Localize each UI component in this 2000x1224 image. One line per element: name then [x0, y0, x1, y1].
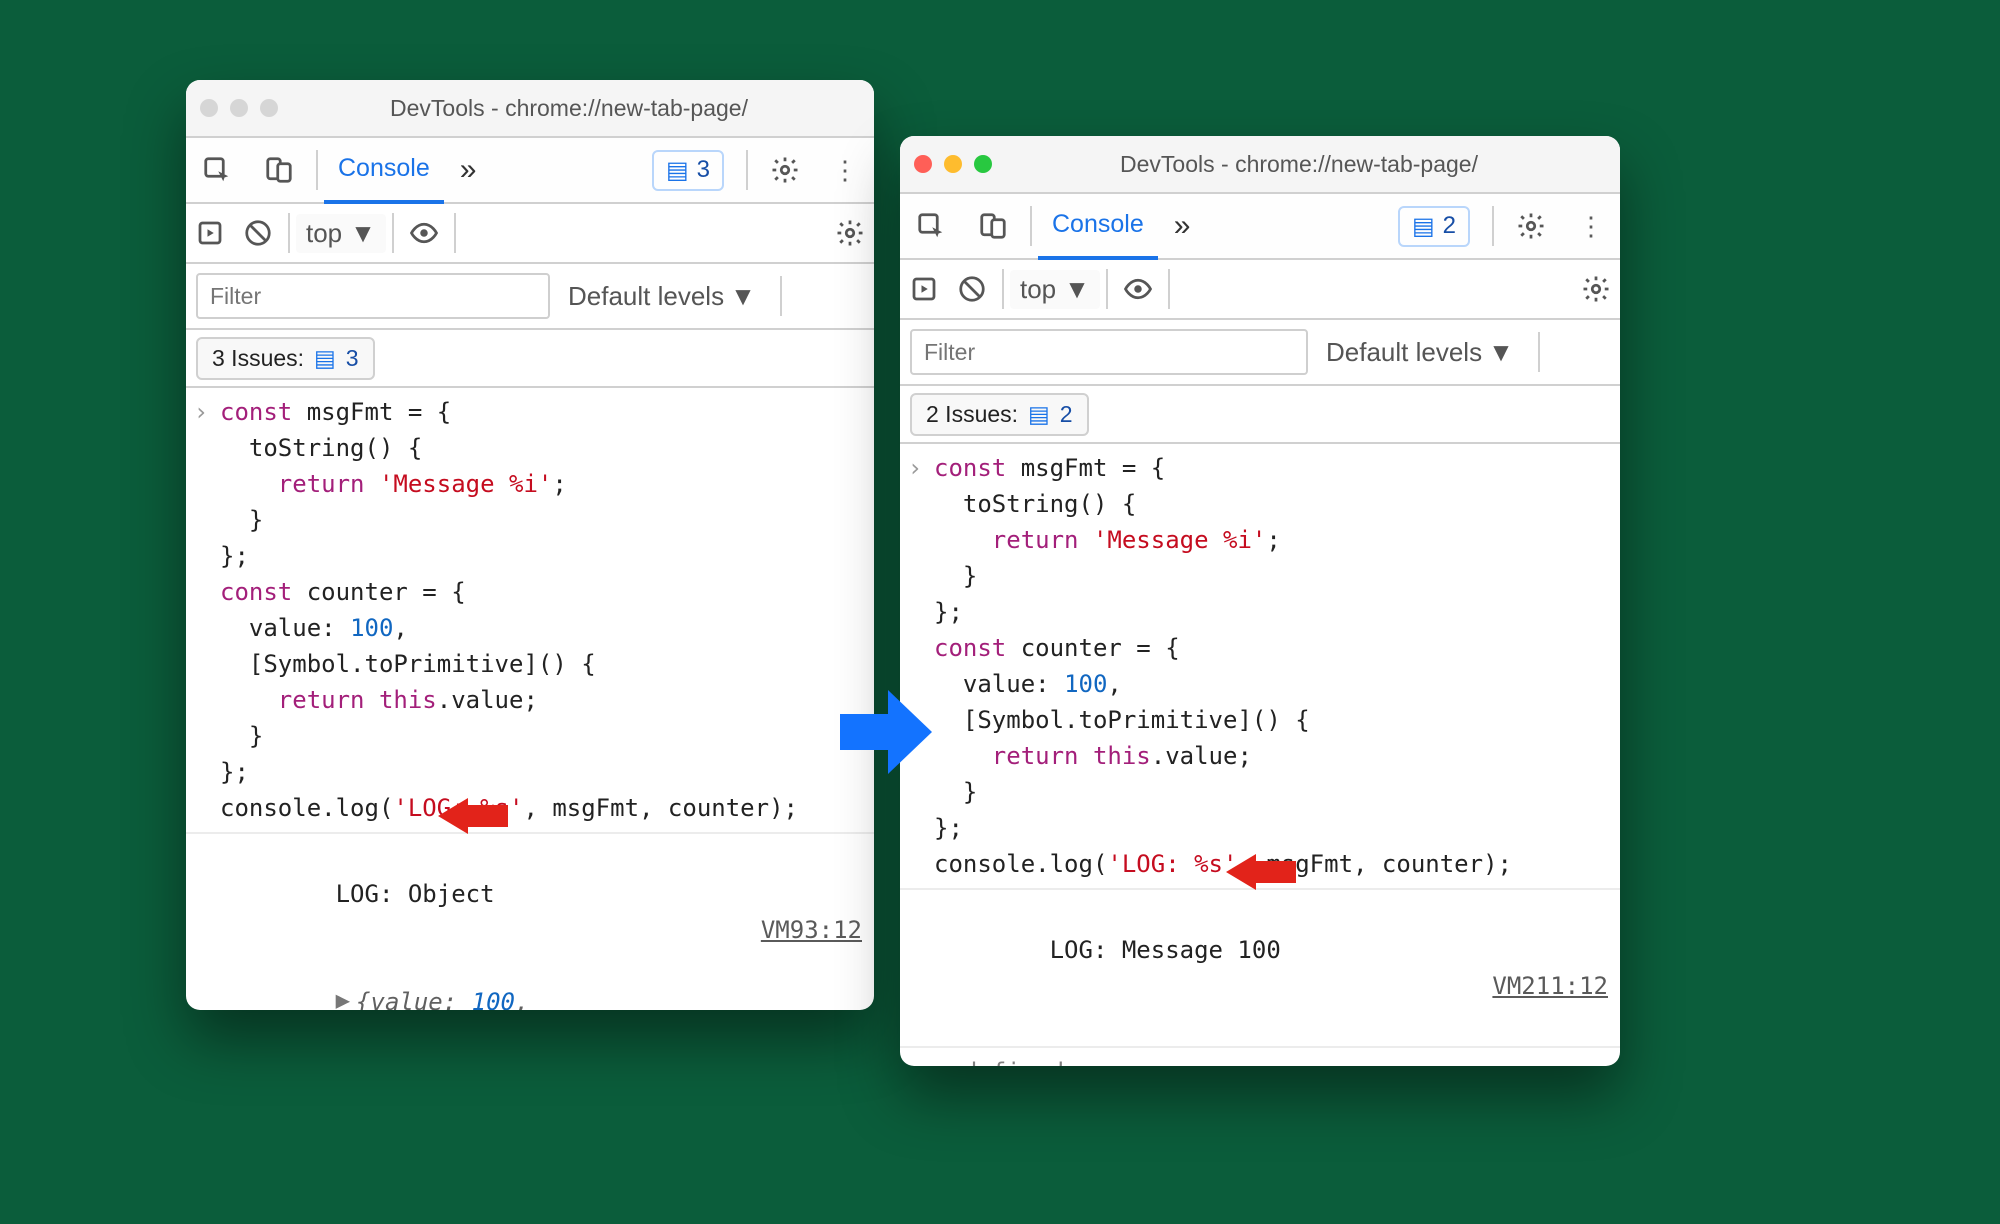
chat-icon: ▤	[1412, 212, 1435, 241]
log-output-line[interactable]: LOG: Message 100 VM211:12	[930, 890, 1620, 1046]
console-body: › const msgFmt = { toString() { return '…	[900, 444, 1620, 1066]
filter-input[interactable]	[910, 329, 1308, 375]
console-settings-button[interactable]	[826, 209, 874, 257]
device-toggle-button[interactable]	[248, 138, 310, 202]
more-tabs-button[interactable]: »	[1158, 194, 1207, 258]
result-chevron-icon: ‹	[900, 1048, 930, 1066]
gear-icon	[1581, 274, 1611, 304]
log-levels-selector[interactable]: Default levels ▼	[568, 281, 756, 312]
toggle-drawer-button[interactable]	[900, 265, 948, 313]
console-context-bar: top▼	[900, 260, 1620, 320]
gear-icon	[1516, 211, 1546, 241]
source-link[interactable]: VM93:12	[761, 912, 862, 948]
live-expression-button[interactable]	[1114, 265, 1162, 313]
transition-arrow-icon	[840, 686, 932, 778]
zoom-icon[interactable]	[974, 155, 992, 173]
devtools-window-left: DevTools - chrome://new-tab-page/ Consol…	[186, 80, 874, 1010]
chat-icon: ▤	[314, 345, 336, 372]
context-selector[interactable]: top▼	[296, 214, 386, 253]
return-value: undefined	[930, 1048, 1620, 1066]
kebab-menu-button[interactable]: ⋮	[1562, 194, 1620, 258]
log-levels-selector[interactable]: Default levels ▼	[1326, 337, 1514, 368]
close-icon[interactable]	[914, 155, 932, 173]
main-toolbar: Console » ▤3 ⋮	[186, 138, 874, 204]
chevron-down-icon: ▼	[1064, 274, 1090, 305]
clear-console-button[interactable]	[948, 265, 996, 313]
chevron-down-icon: ▼	[730, 281, 756, 312]
main-toolbar: Console » ▤2 ⋮	[900, 194, 1620, 260]
source-link[interactable]: VM211:12	[1492, 968, 1608, 1004]
gear-icon	[770, 155, 800, 185]
titlebar[interactable]: DevTools - chrome://new-tab-page/	[900, 136, 1620, 194]
more-tabs-button[interactable]: »	[444, 138, 493, 202]
tab-console[interactable]: Console	[1038, 192, 1158, 260]
console-settings-button[interactable]	[1572, 265, 1620, 313]
settings-button[interactable]	[754, 138, 816, 202]
device-toggle-button[interactable]	[962, 194, 1024, 258]
expand-icon[interactable]: ▶	[336, 982, 350, 1010]
issues-summary[interactable]: 3 Issues: ▤ 3	[196, 337, 375, 380]
traffic-lights[interactable]	[914, 155, 992, 173]
chat-icon: ▤	[1028, 401, 1050, 428]
console-input-echo: const msgFmt = { toString() { return 'Me…	[216, 388, 874, 832]
window-title: DevTools - chrome://new-tab-page/	[992, 151, 1606, 178]
live-expression-button[interactable]	[400, 209, 448, 257]
filter-bar: Default levels ▼	[186, 264, 874, 330]
toggle-drawer-button[interactable]	[186, 209, 234, 257]
close-icon[interactable]	[200, 99, 218, 117]
titlebar[interactable]: DevTools - chrome://new-tab-page/	[186, 80, 874, 138]
eye-icon	[1123, 274, 1153, 304]
console-body: › const msgFmt = { toString() { return '…	[186, 388, 874, 1010]
devtools-window-right: DevTools - chrome://new-tab-page/ Consol…	[900, 136, 1620, 1066]
chevron-down-icon: ▼	[1488, 337, 1514, 368]
chat-icon: ▤	[666, 156, 689, 185]
prompt-chevron-icon: ›	[186, 388, 216, 832]
inspect-button[interactable]	[186, 138, 248, 202]
gear-icon	[835, 218, 865, 248]
minimize-icon[interactable]	[944, 155, 962, 173]
eye-icon	[409, 218, 439, 248]
console-input-echo: const msgFmt = { toString() { return 'Me…	[930, 444, 1620, 888]
zoom-icon[interactable]	[260, 99, 278, 117]
issues-pill[interactable]: ▤3	[636, 138, 740, 202]
prompt-chevron-icon: ›	[900, 444, 930, 888]
issues-bar: 2 Issues: ▤ 2	[900, 386, 1620, 444]
console-context-bar: top▼	[186, 204, 874, 264]
issues-bar: 3 Issues: ▤ 3	[186, 330, 874, 388]
filter-bar: Default levels ▼	[900, 320, 1620, 386]
log-output-line[interactable]: LOG: Object VM93:12 ▶{value: 100, Symbol…	[216, 834, 874, 1010]
inspect-button[interactable]	[900, 194, 962, 258]
issues-summary[interactable]: 2 Issues: ▤ 2	[910, 393, 1089, 436]
settings-button[interactable]	[1500, 194, 1562, 258]
callout-arrow-icon	[1226, 854, 1296, 890]
object-preview[interactable]: {value: 100, Symbol(Symbol.toPrimitive):…	[220, 988, 653, 1010]
minimize-icon[interactable]	[230, 99, 248, 117]
callout-arrow-icon	[438, 798, 508, 834]
traffic-lights[interactable]	[200, 99, 278, 117]
tab-console[interactable]: Console	[324, 136, 444, 204]
clear-console-button[interactable]	[234, 209, 282, 257]
window-title: DevTools - chrome://new-tab-page/	[278, 95, 860, 122]
context-selector[interactable]: top▼	[1010, 270, 1100, 309]
filter-input[interactable]	[196, 273, 550, 319]
chevron-down-icon: ▼	[350, 218, 376, 249]
issues-pill[interactable]: ▤2	[1382, 194, 1486, 258]
kebab-menu-button[interactable]: ⋮	[816, 138, 874, 202]
